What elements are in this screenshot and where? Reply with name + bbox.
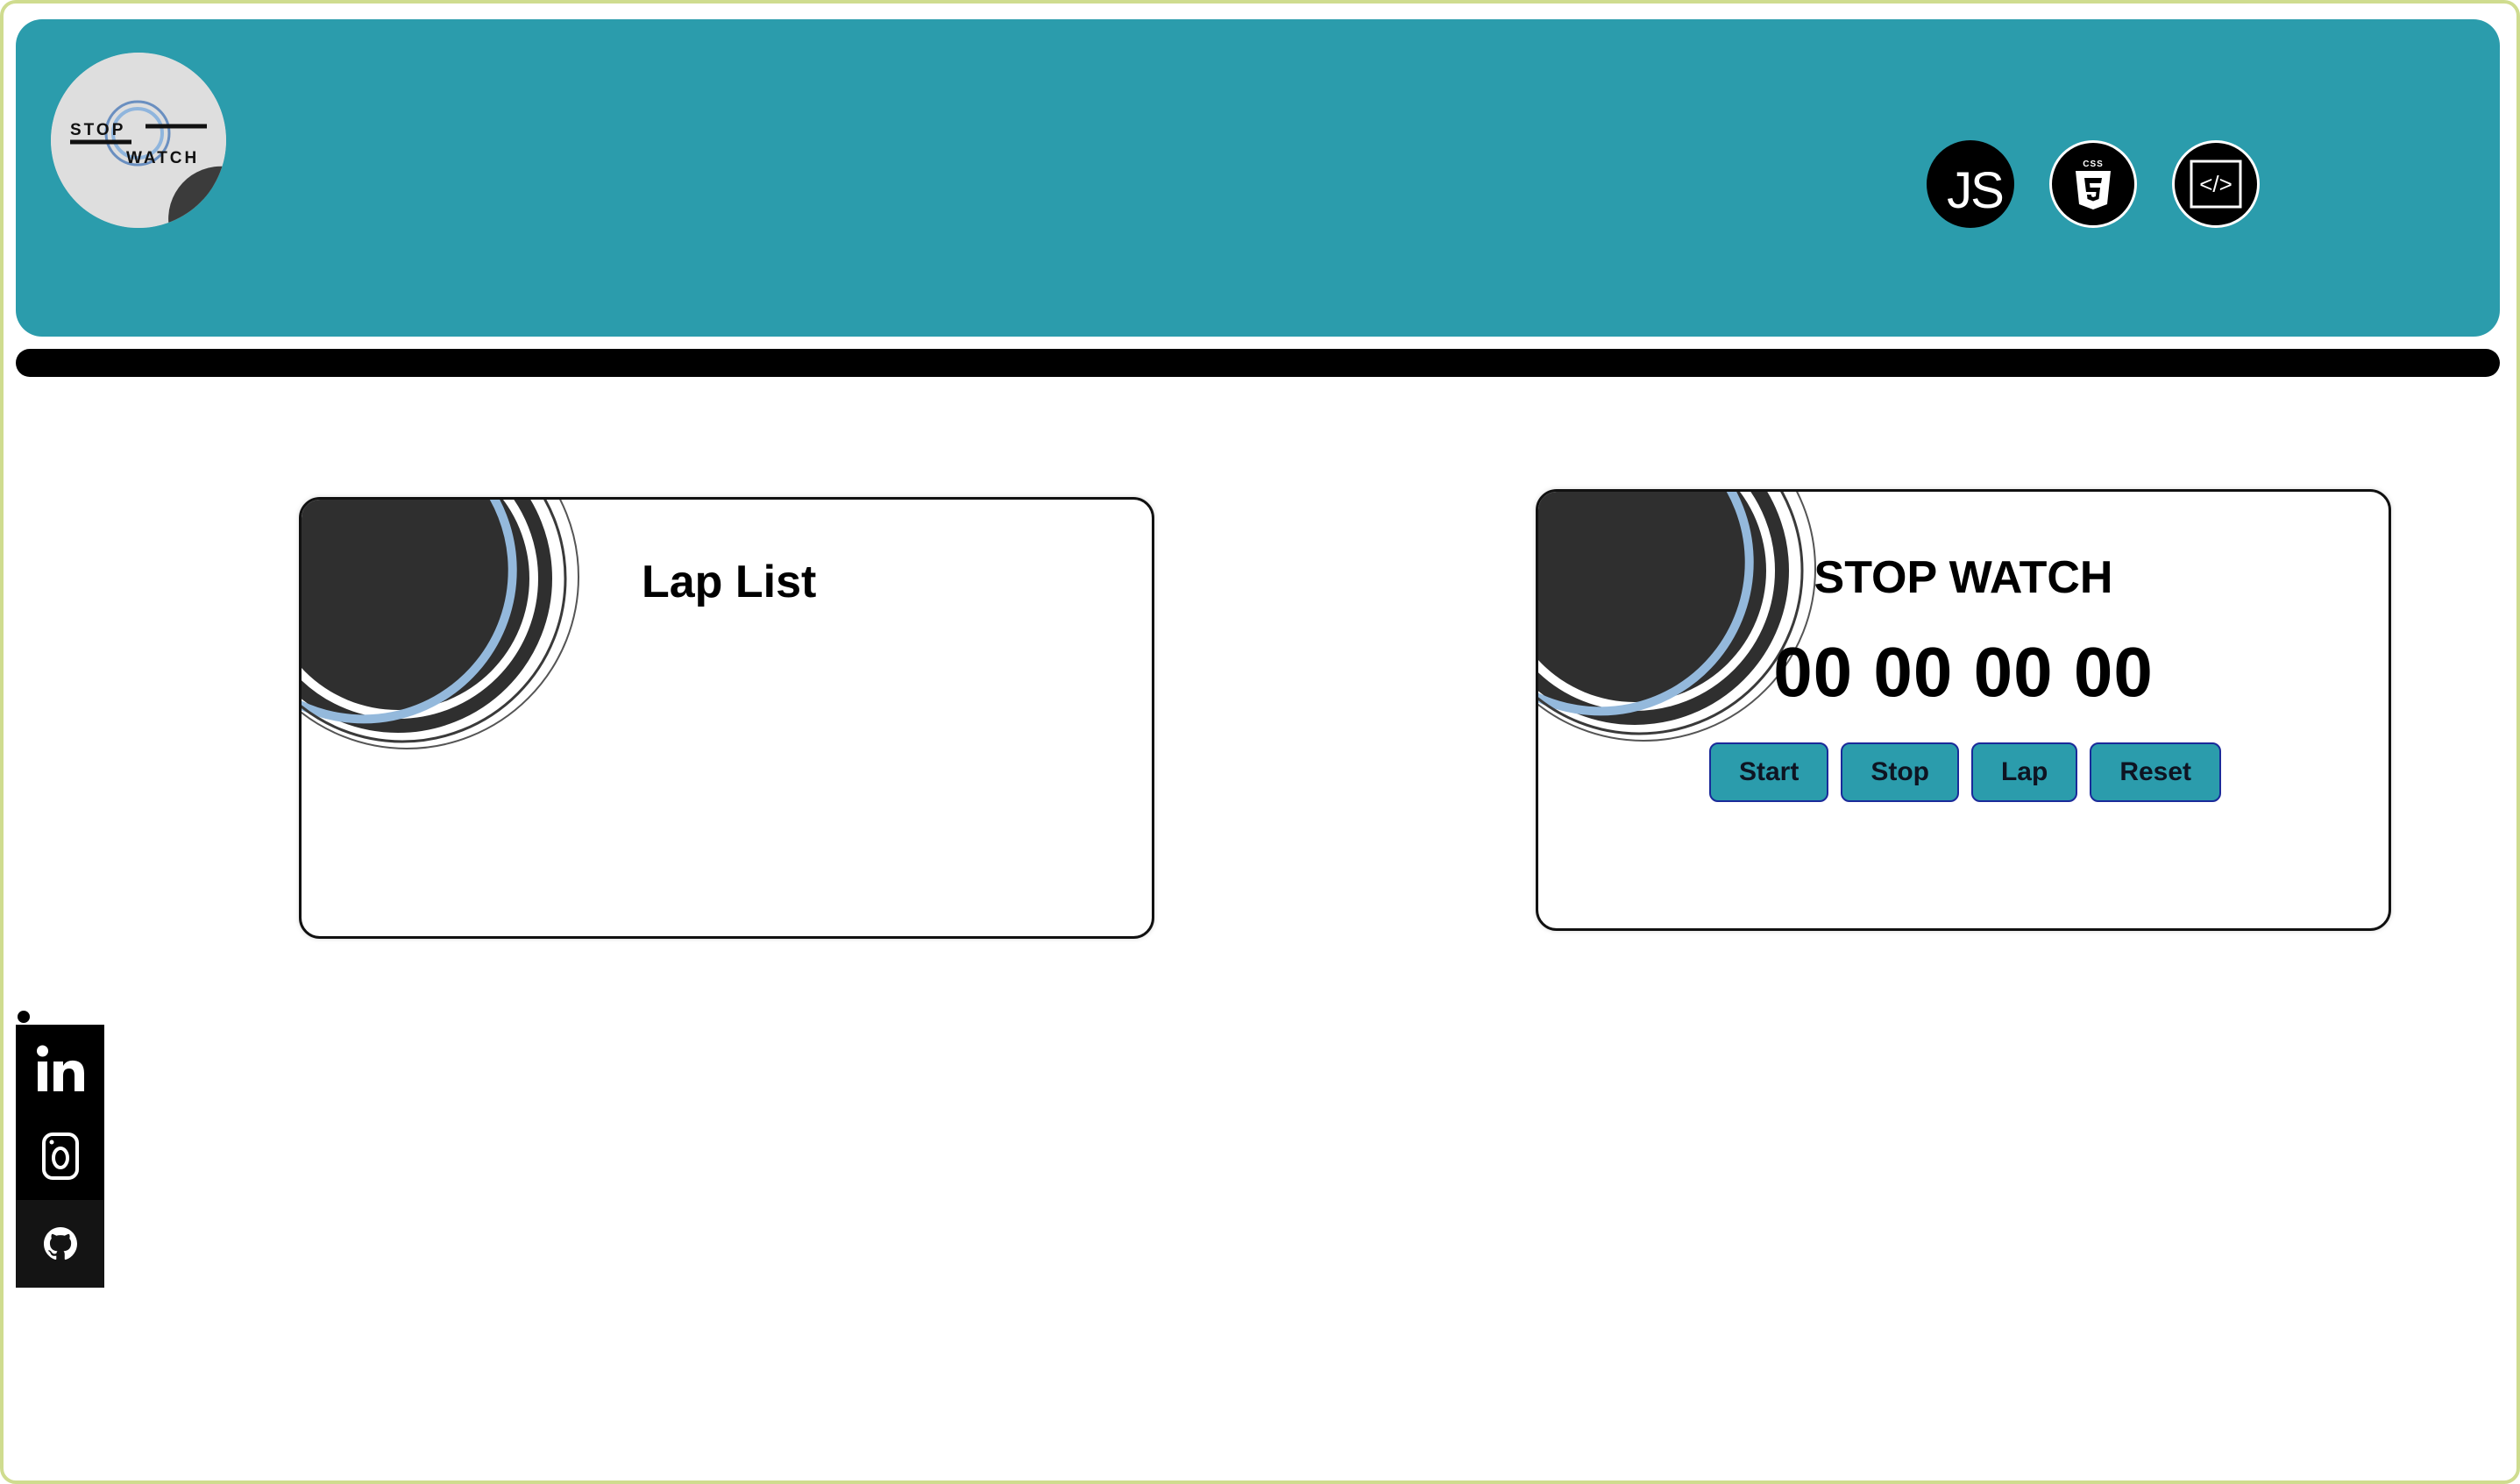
- javascript-icon[interactable]: JS: [1927, 140, 2014, 228]
- social-dot: [18, 1011, 30, 1023]
- header-divider: [16, 349, 2500, 377]
- stopwatch-card: STOP WATCH 00 00 00 00 Start Stop Lap Re…: [1536, 489, 2391, 931]
- logo-text-watch: WATCH: [126, 149, 200, 167]
- svg-text:CSS: CSS: [2083, 160, 2104, 169]
- lap-button[interactable]: Lap: [1970, 742, 2078, 802]
- header: STOP WATCH JS CSS </>: [16, 19, 2500, 337]
- github-icon: [43, 1227, 77, 1260]
- logo-graphic: [51, 53, 226, 228]
- github-link[interactable]: [16, 1200, 104, 1288]
- stop-button[interactable]: Stop: [1841, 742, 1959, 802]
- svg-text:</>: </>: [2199, 171, 2233, 197]
- tech-icons: JS CSS </>: [1927, 140, 2260, 228]
- javascript-label: JS: [1947, 161, 2005, 219]
- linkedin-link[interactable]: [16, 1025, 104, 1112]
- lap-list-card: Lap List: [299, 497, 1154, 939]
- css3-shield: CSS: [2076, 160, 2111, 209]
- lap-list-title: Lap List: [642, 557, 817, 607]
- css3-icon[interactable]: CSS: [2049, 140, 2137, 228]
- stopwatch-display: 00 00 00 00: [1773, 633, 2154, 711]
- stopwatch-logo[interactable]: STOP WATCH: [51, 53, 226, 228]
- instagram-icon: [41, 1133, 79, 1180]
- stopwatch-title: STOP WATCH: [1814, 552, 2113, 603]
- linkedin-icon: [36, 1045, 84, 1091]
- decorative-ring: [302, 500, 579, 749]
- code-brackets: </>: [2190, 160, 2242, 209]
- logo-text-stop: STOP: [70, 121, 126, 139]
- start-button[interactable]: Start: [1708, 742, 1829, 802]
- instagram-link[interactable]: [16, 1112, 104, 1200]
- code-icon[interactable]: </>: [2172, 140, 2260, 228]
- stopwatch-controls: Start Stop Lap Reset: [1538, 742, 2389, 802]
- social-links: [16, 1025, 104, 1288]
- reset-button[interactable]: Reset: [2090, 742, 2222, 802]
